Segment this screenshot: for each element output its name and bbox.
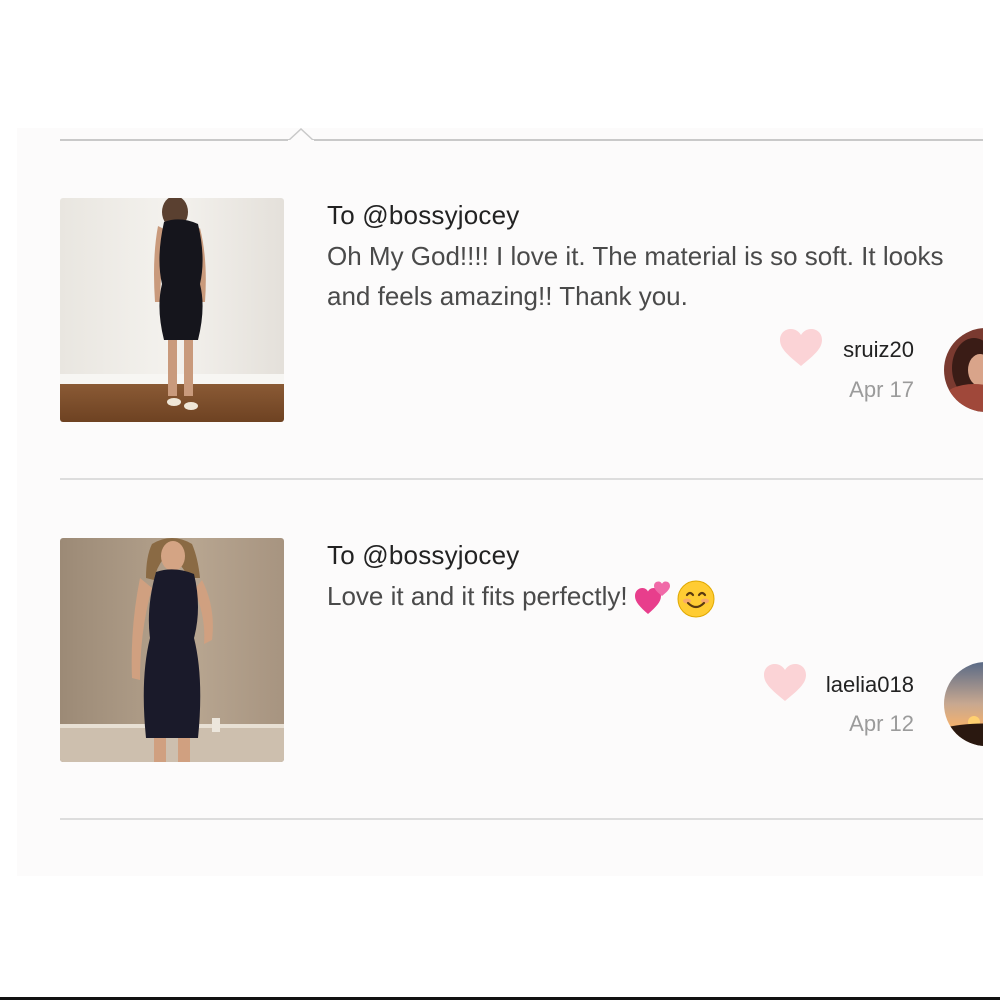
avatar-clip [940,328,983,418]
reviewer-username[interactable]: laelia018 [826,672,914,698]
review-divider [60,478,983,480]
review-text: Oh My God!!!! I love it. The material is… [327,241,944,311]
smiling-face-icon [677,580,715,618]
emoji-group [634,577,716,619]
review-text: Love it and it fits perfectly! [327,576,977,619]
reviewer-username[interactable]: sruiz20 [843,337,914,363]
two-hearts-icon [634,581,670,615]
review-date: Apr 12 [849,711,914,736]
review-divider [60,818,983,820]
review-text-body: Love it and it fits perfectly! [327,581,628,611]
avatar[interactable] [944,662,983,746]
heart-icon[interactable] [763,663,807,703]
avatar[interactable] [944,328,983,412]
heart-icon[interactable] [779,328,823,368]
avatar-clip [940,662,983,752]
review-date: Apr 17 [849,377,914,402]
review-item: To @bossyjocey Love it and it fits perfe… [0,0,1000,762]
review-photo[interactable] [60,538,284,762]
review-recipient: To @bossyjocey [327,540,520,570]
